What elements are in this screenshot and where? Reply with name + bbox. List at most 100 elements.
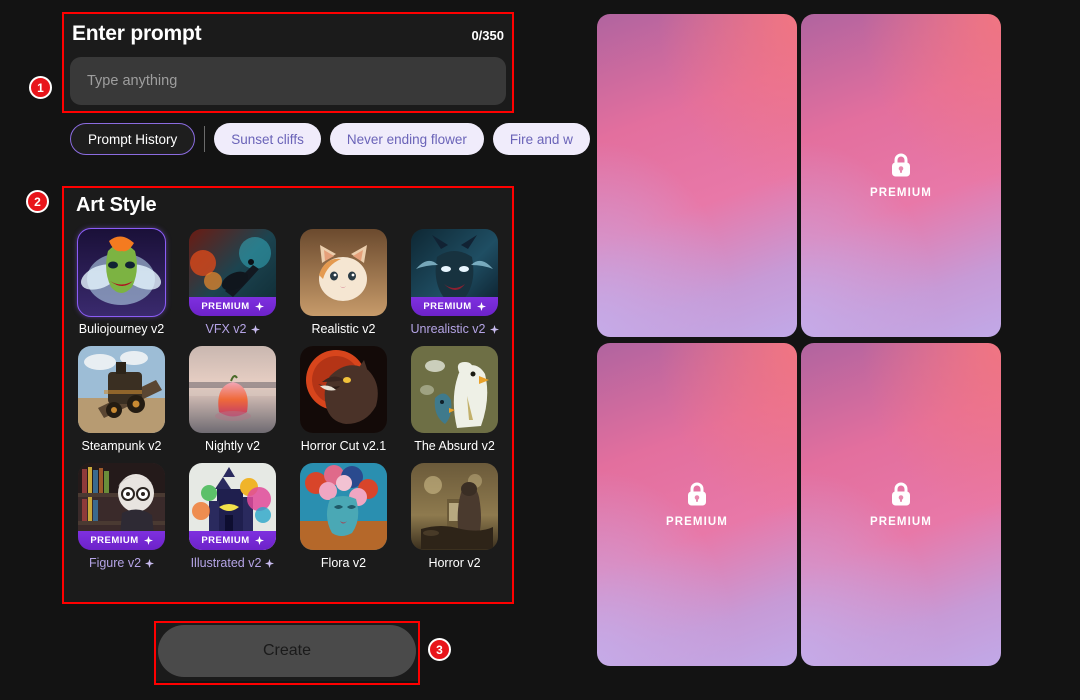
art-style-label: Steampunk v2	[82, 439, 162, 453]
art-style-label-text: The Absurd v2	[414, 439, 495, 453]
art-style-label-text: VFX v2	[205, 322, 247, 336]
create-button[interactable]: Create	[158, 625, 416, 677]
chip-divider	[204, 126, 206, 152]
premium-lock-label: PREMIUM	[665, 516, 728, 528]
art-style-item-horror-cut-v2-1[interactable]: Horror Cut v2.1	[294, 346, 393, 453]
annotation-badge-3: 3	[428, 638, 451, 661]
art-style-item-nightly-v2[interactable]: Nightly v2	[183, 346, 282, 453]
art-style-label: Realistic v2	[312, 322, 376, 336]
prompt-input[interactable]: Type anything	[70, 57, 506, 105]
sparkle-icon	[145, 558, 155, 568]
result-card-2[interactable]: PREMIUM	[801, 14, 1001, 337]
art-style-label: Illustrated v2	[191, 556, 275, 570]
prompt-char-counter: 0/350	[471, 28, 504, 43]
premium-badge-text: PREMIUM	[201, 535, 250, 546]
art-style-label: Horror Cut v2.1	[301, 439, 386, 453]
premium-lock-label: PREMIUM	[869, 187, 932, 199]
art-style-thumbnail[interactable]	[411, 463, 498, 550]
result-card-4[interactable]: PREMIUM	[801, 343, 1001, 666]
art-style-thumbnail[interactable]	[78, 346, 165, 433]
art-style-item-horror-v2[interactable]: Horror v2	[405, 463, 504, 570]
art-style-label-text: Horror v2	[428, 556, 481, 570]
art-style-thumbnail[interactable]: PREMIUM	[411, 229, 498, 316]
generator-left-panel: Enter prompt 0/350 Type anything Prompt …	[0, 0, 590, 700]
art-style-label-text: Steampunk v2	[81, 439, 162, 453]
art-style-thumbnail[interactable]	[300, 346, 387, 433]
art-style-item-realistic-v2[interactable]: Realistic v2	[294, 229, 393, 336]
art-style-label: Unrealistic v2	[410, 322, 499, 336]
art-style-label: Buliojourney v2	[79, 322, 164, 336]
art-style-label-text: Flora v2	[320, 556, 367, 570]
lock-icon	[891, 153, 910, 177]
app-screen: Enter prompt 0/350 Type anything Prompt …	[0, 0, 1080, 700]
create-button-area: Create	[154, 621, 420, 681]
sparkle-icon	[254, 536, 264, 545]
art-style-item-unrealistic-v2[interactable]: PREMIUM Unrealistic v2	[405, 229, 504, 336]
sparkle-icon	[476, 302, 486, 311]
premium-lock-overlay: PREMIUM	[870, 152, 932, 199]
premium-badge: PREMIUM	[78, 531, 165, 550]
art-style-title: Art Style	[76, 194, 157, 216]
art-style-label-text: Realistic v2	[311, 322, 376, 336]
result-card-3[interactable]: PREMIUM	[597, 343, 797, 666]
art-style-item-figure-v2[interactable]: PREMIUM Figure v2	[72, 463, 171, 570]
art-style-label-text: Nightly v2	[205, 439, 260, 453]
premium-lock-overlay: PREMIUM	[666, 481, 728, 528]
sparkle-icon	[265, 558, 275, 568]
art-style-label-text: Buliojourney v2	[78, 322, 165, 336]
suggestion-chip-fire-and-water[interactable]: Fire and w	[492, 123, 590, 155]
art-style-section: Art Style Buliojourney v2 PREMIUM VFX v2…	[62, 186, 514, 604]
art-style-label-text: Figure v2	[88, 556, 142, 570]
premium-lock-label: PREMIUM	[869, 516, 932, 528]
suggestion-chip-sunset-cliffs[interactable]: Sunset cliffs	[214, 123, 321, 155]
premium-badge: PREMIUM	[411, 297, 498, 316]
art-style-item-vfx-v2[interactable]: PREMIUM VFX v2	[183, 229, 282, 336]
art-style-label: The Absurd v2	[414, 439, 495, 453]
suggestion-chip-never-ending-flower[interactable]: Never ending flower	[329, 123, 484, 155]
art-style-item-the-absurd-v2[interactable]: The Absurd v2	[405, 346, 504, 453]
prompt-section: Enter prompt 0/350 Type anything	[62, 12, 514, 113]
art-style-item-steampunk-v2[interactable]: Steampunk v2	[72, 346, 171, 453]
premium-badge: PREMIUM	[189, 531, 276, 550]
premium-badge: PREMIUM	[189, 297, 276, 316]
art-style-thumbnail[interactable]	[300, 463, 387, 550]
art-style-thumbnail[interactable]	[77, 228, 166, 317]
art-style-label: Nightly v2	[205, 439, 260, 453]
art-style-label: Flora v2	[321, 556, 366, 570]
sparkle-icon	[143, 536, 153, 545]
art-style-item-buliojourney-v2[interactable]: Buliojourney v2	[72, 228, 171, 336]
art-style-label: VFX v2	[206, 322, 260, 336]
art-style-grid: Buliojourney v2 PREMIUM VFX v2 Realistic…	[72, 228, 504, 570]
thumbnail-image-flora	[300, 463, 387, 550]
premium-badge-text: PREMIUM	[201, 301, 250, 312]
art-style-thumbnail[interactable]: PREMIUM	[189, 463, 276, 550]
art-style-item-illustrated-v2[interactable]: PREMIUM Illustrated v2	[183, 463, 282, 570]
thumbnail-image-horror-cut	[300, 346, 387, 433]
thumbnail-image-nightly	[189, 346, 276, 433]
thumbnail-image-realistic	[300, 229, 387, 316]
thumbnail-image-the-absurd	[411, 346, 498, 433]
art-style-thumbnail[interactable]: PREMIUM	[78, 463, 165, 550]
art-style-item-flora-v2[interactable]: Flora v2	[294, 463, 393, 570]
lock-icon	[687, 482, 706, 506]
art-style-thumbnail[interactable]	[411, 346, 498, 433]
result-card-1[interactable]	[597, 14, 797, 337]
prompt-title: Enter prompt	[72, 22, 202, 45]
thumbnail-image-buliojourney	[78, 229, 165, 316]
premium-lock-overlay: PREMIUM	[870, 481, 932, 528]
art-style-label-text: Unrealistic v2	[410, 322, 486, 336]
sparkle-icon	[250, 324, 260, 334]
sparkle-icon	[489, 324, 499, 334]
prompt-input-placeholder: Type anything	[87, 73, 178, 89]
art-style-thumbnail[interactable]: PREMIUM	[189, 229, 276, 316]
art-style-label: Figure v2	[88, 556, 155, 570]
art-style-thumbnail[interactable]	[300, 229, 387, 316]
sparkle-icon	[254, 302, 264, 311]
annotation-badge-2: 2	[26, 190, 49, 213]
prompt-history-button[interactable]: Prompt History	[70, 123, 196, 155]
art-style-label-text: Horror Cut v2.1	[300, 439, 387, 453]
annotation-badge-1: 1	[29, 76, 52, 99]
art-style-label-text: Illustrated v2	[190, 556, 262, 570]
thumbnail-image-steampunk	[78, 346, 165, 433]
art-style-thumbnail[interactable]	[189, 346, 276, 433]
